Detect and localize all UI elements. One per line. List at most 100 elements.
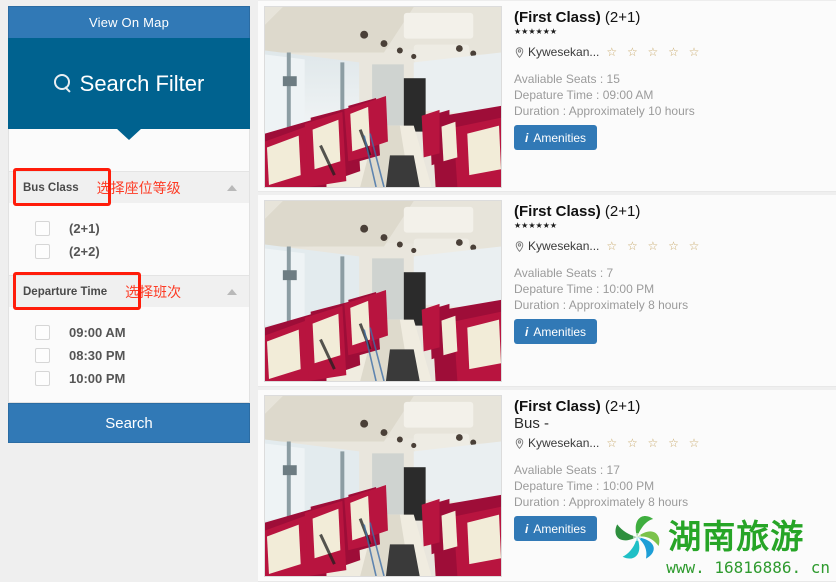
bus-interior-thumbnail[interactable]	[264, 6, 502, 188]
result-duration-label: Duration :	[514, 495, 567, 509]
search-filter-sidebar: View On Map Search Filter Bus Class 选择座位…	[8, 6, 250, 443]
result-subtitle: Bus -	[514, 415, 550, 432]
checkbox-bus-class-2plus1[interactable]	[35, 221, 50, 236]
result-duration-value: Approximately 10 hours	[568, 104, 695, 118]
search-filter-title: Search Filter	[79, 70, 205, 96]
amenities-label: Amenities	[533, 521, 587, 536]
result-location-name: Kywesekan...	[528, 436, 600, 450]
info-icon: i	[525, 324, 529, 339]
result-meta: Avaliable Seats : 17 Depature Time : 10:…	[514, 462, 836, 510]
result-meta: Avaliable Seats : 15 Depature Time : 09:…	[514, 71, 836, 119]
option-row[interactable]: 08:30 PM	[35, 344, 249, 367]
result-duration: Duration : Approximately 10 hours	[514, 103, 836, 119]
checkbox-departure-1000pm[interactable]	[35, 371, 50, 386]
result-rating-stars: ☆ ☆ ☆ ☆ ☆	[606, 436, 703, 450]
amenities-button[interactable]: i Amenities	[514, 319, 598, 344]
option-row[interactable]: (2+1)	[35, 217, 249, 240]
result-mini-stars: ★★★★★★	[514, 221, 558, 230]
accordion-title-bus-class: Bus Class	[23, 181, 79, 194]
view-on-map-button[interactable]: View On Map	[8, 6, 250, 38]
search-results-list: (First Class) (2+1) ★★★★★★ Kywesekan... …	[258, 0, 836, 582]
result-card[interactable]: (First Class) (2+1) Bus - Kywesekan... ☆…	[258, 390, 836, 582]
result-card[interactable]: (First Class) (2+1) ★★★★★★ Kywesekan... …	[258, 0, 836, 192]
search-button[interactable]: Search	[8, 403, 250, 443]
accordion-title-departure-time: Departure Time	[23, 285, 108, 298]
result-title: (First Class) (2+1)	[514, 203, 836, 220]
result-rating-stars: ☆ ☆ ☆ ☆ ☆	[606, 239, 703, 253]
result-departure: Depature Time : 10:00 PM	[514, 478, 836, 494]
result-info: (First Class) (2+1) Bus - Kywesekan... ☆…	[502, 390, 836, 541]
result-title-class: (2+1)	[604, 9, 641, 26]
bus-interior-thumbnail[interactable]	[264, 200, 502, 382]
result-departure-label: Depature Time :	[514, 282, 600, 296]
result-duration-value: Approximately 8 hours	[568, 495, 689, 509]
result-duration-label: Duration :	[514, 104, 567, 118]
annotation-departure-time: 选择班次	[125, 284, 182, 301]
result-duration-label: Duration :	[514, 298, 567, 312]
result-departure: Depature Time : 10:00 PM	[514, 281, 836, 297]
checkbox-departure-0830pm[interactable]	[35, 348, 50, 363]
option-row[interactable]: (2+2)	[35, 240, 249, 263]
search-icon	[53, 74, 73, 93]
result-seats-label: Avaliable Seats :	[514, 463, 604, 477]
header-notch-triangle	[116, 128, 142, 140]
chevron-up-icon[interactable]	[227, 289, 237, 295]
result-meta: Avaliable Seats : 7 Depature Time : 10:0…	[514, 265, 836, 313]
bus-interior-image	[265, 201, 501, 381]
result-location-row: Kywesekan... ☆ ☆ ☆ ☆ ☆	[514, 239, 836, 253]
result-departure-value: 10:00 PM	[602, 479, 655, 493]
result-title: (First Class) (2+1)	[514, 398, 836, 415]
result-departure-label: Depature Time :	[514, 88, 600, 102]
result-seats-label: Avaliable Seats :	[514, 266, 604, 280]
bus-interior-thumbnail[interactable]	[264, 395, 502, 577]
amenities-button[interactable]: i Amenities	[514, 516, 598, 541]
location-pin-icon	[515, 437, 524, 449]
options-departure-time: 09:00 AM 08:30 PM 10:00 PM	[9, 307, 249, 402]
result-title-bold: (First Class)	[514, 203, 601, 220]
result-departure: Depature Time : 09:00 AM	[514, 87, 836, 103]
result-card[interactable]: (First Class) (2+1) ★★★★★★ Kywesekan... …	[258, 195, 836, 387]
page-root: View On Map Search Filter Bus Class 选择座位…	[0, 0, 836, 582]
result-departure-value: 09:00 AM	[602, 88, 654, 102]
result-title-class: (2+1)	[604, 203, 641, 220]
bus-interior-image	[265, 7, 501, 187]
checkbox-bus-class-2plus2[interactable]	[35, 244, 50, 259]
result-info: (First Class) (2+1) ★★★★★★ Kywesekan... …	[502, 1, 836, 150]
amenities-button[interactable]: i Amenities	[514, 125, 598, 150]
chevron-up-icon[interactable]	[227, 185, 237, 191]
result-location-name: Kywesekan...	[528, 45, 600, 59]
info-icon: i	[525, 521, 529, 536]
result-duration: Duration : Approximately 8 hours	[514, 297, 836, 313]
amenities-label: Amenities	[533, 130, 587, 145]
option-label: 08:30 PM	[69, 348, 126, 363]
result-title-bold: (First Class)	[514, 9, 601, 26]
bus-interior-image	[265, 396, 501, 576]
result-title-class: (2+1)	[604, 398, 641, 415]
checkbox-departure-0900am[interactable]	[35, 325, 50, 340]
option-label: (2+2)	[69, 244, 100, 259]
option-row[interactable]: 10:00 PM	[35, 367, 249, 390]
result-location-row: Kywesekan... ☆ ☆ ☆ ☆ ☆	[514, 436, 836, 450]
result-departure-value: 10:00 PM	[602, 282, 655, 296]
amenities-label: Amenities	[533, 324, 587, 339]
result-mini-stars: ★★★★★★	[514, 27, 558, 36]
result-seats-value: 15	[606, 72, 620, 86]
accordion-header-departure-time[interactable]: Departure Time 选择班次	[9, 272, 249, 310]
result-info: (First Class) (2+1) ★★★★★★ Kywesekan... …	[502, 195, 836, 344]
filter-panel: Bus Class 选择座位等级 (2+1) (2+2) Departure T…	[8, 129, 250, 403]
result-title: (First Class) (2+1)	[514, 9, 836, 26]
result-seats-label: Avaliable Seats :	[514, 72, 604, 86]
result-duration: Duration : Approximately 8 hours	[514, 494, 836, 510]
option-row[interactable]: 09:00 AM	[35, 321, 249, 344]
search-button-label: Search	[105, 414, 153, 432]
option-label: (2+1)	[69, 221, 100, 236]
annotation-bus-class: 选择座位等级	[96, 180, 181, 197]
result-departure-label: Depature Time :	[514, 479, 600, 493]
location-pin-icon	[515, 240, 524, 252]
result-seats: Avaliable Seats : 15	[514, 71, 836, 87]
accordion-header-bus-class[interactable]: Bus Class 选择座位等级	[9, 168, 249, 206]
info-icon: i	[525, 130, 529, 145]
result-duration-value: Approximately 8 hours	[568, 298, 689, 312]
watermark-url: www. 16816886. cn	[666, 558, 830, 577]
search-filter-header: Search Filter	[8, 38, 250, 140]
